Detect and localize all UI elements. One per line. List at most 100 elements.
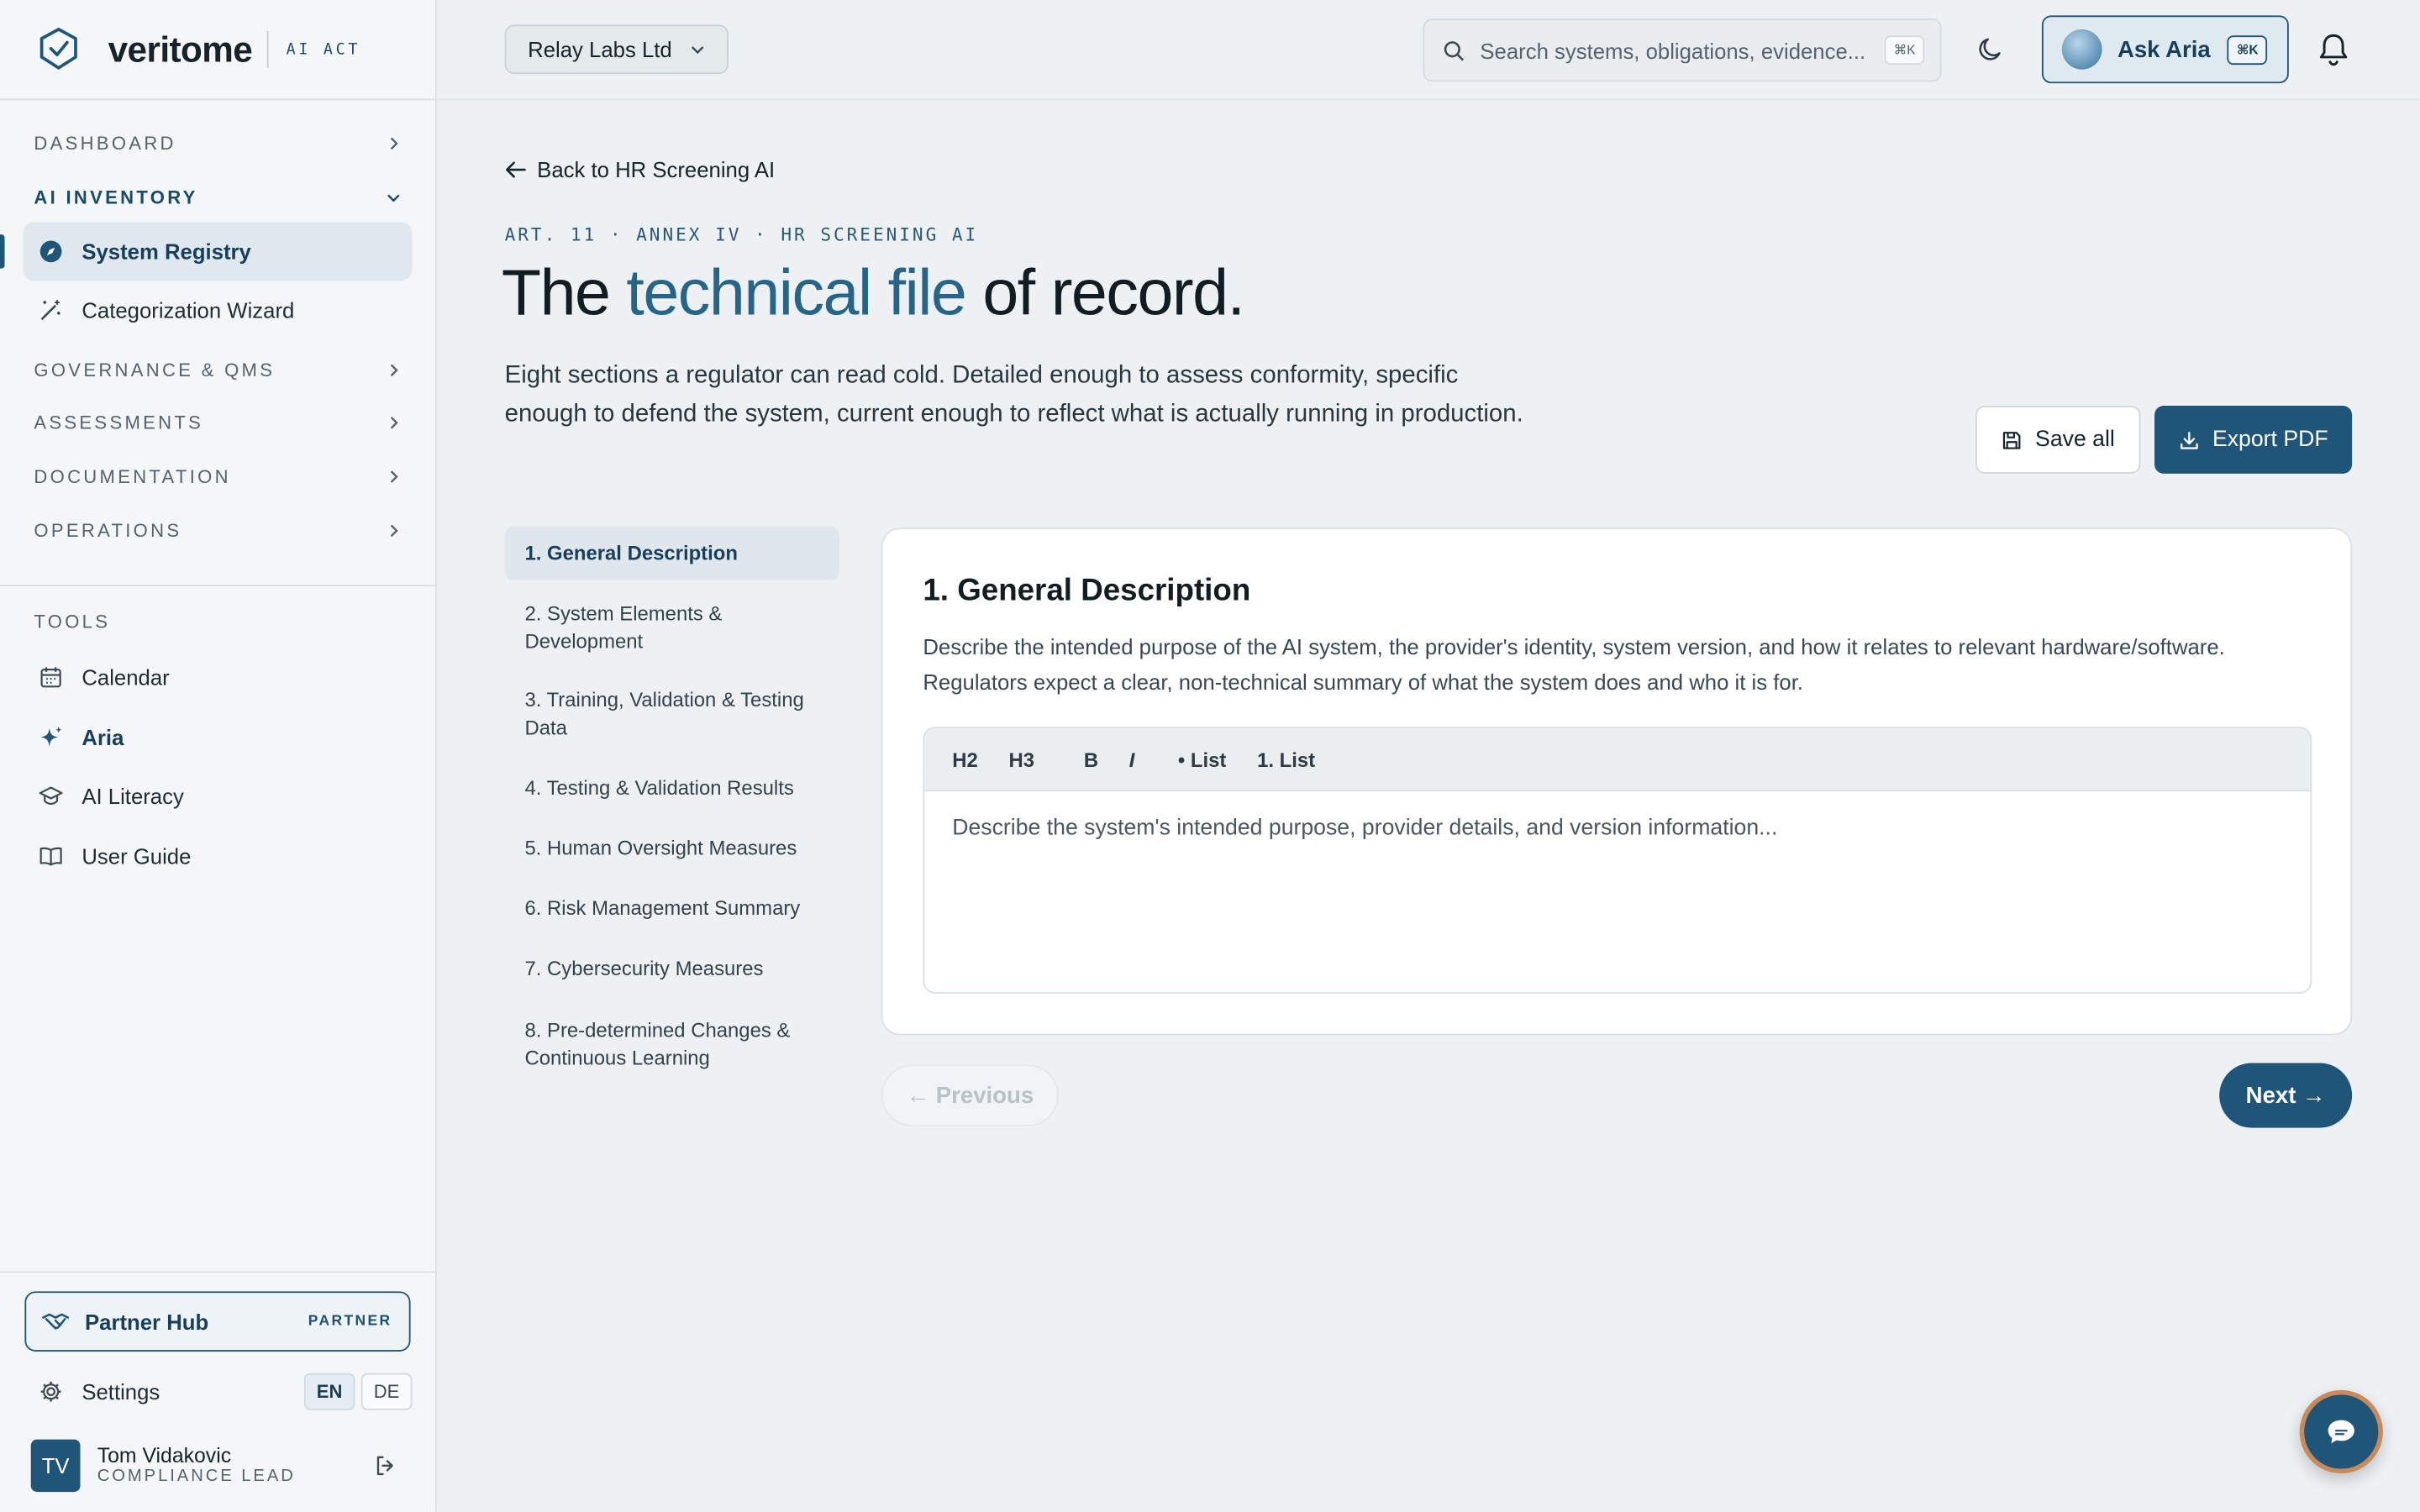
search-shortcut-badge: ⌘K xyxy=(1884,35,1925,66)
nav-section-label: DASHBOARD xyxy=(34,132,176,155)
toc-item[interactable]: 2. System Elements & Development xyxy=(505,600,840,654)
previous-button[interactable]: ← Previous xyxy=(881,1064,1059,1126)
search-icon xyxy=(1444,40,1465,60)
save-icon xyxy=(2002,431,2020,449)
nav-section-label: OPERATIONS xyxy=(34,519,182,542)
calendar-icon xyxy=(39,665,63,690)
export-pdf-button[interactable]: Export PDF xyxy=(2154,406,2353,474)
title-post: of record. xyxy=(965,255,1245,329)
sidebar-divider xyxy=(0,1271,437,1273)
sidebar-item-label: Categorization Wizard xyxy=(82,297,295,323)
brand-name: veritome xyxy=(108,28,253,69)
handshake-icon xyxy=(42,1312,70,1329)
bell-icon[interactable] xyxy=(2317,31,2350,68)
nav-section-governance[interactable]: GOVERNANCE & QMS xyxy=(34,354,401,386)
user-profile: TV Tom Vidakovic COMPLIANCE LEAD xyxy=(30,1438,414,1494)
moon-icon[interactable] xyxy=(1975,34,2007,65)
language-switcher: EN DE xyxy=(303,1373,413,1410)
section-title: 1. General Description xyxy=(923,574,1251,608)
chevron-right-icon xyxy=(390,470,398,483)
chevron-down-icon xyxy=(692,46,705,55)
rich-text-editor: H2 H3 B I • List 1. List xyxy=(923,727,2312,994)
bold-button[interactable]: B xyxy=(1084,748,1098,771)
lang-en-button[interactable]: EN xyxy=(303,1373,355,1410)
brand-divider xyxy=(267,30,270,68)
ask-aria-button[interactable]: Ask Aria ⌘K xyxy=(2041,15,2289,84)
logout-icon[interactable] xyxy=(373,1453,397,1478)
page-lead: Eight sections a regulator can read cold… xyxy=(504,362,1523,428)
editor-toolbar: H2 H3 B I • List 1. List xyxy=(924,727,2311,792)
toc-item[interactable]: 7. Cybersecurity Measures xyxy=(505,955,840,982)
editor-body xyxy=(924,791,2310,992)
toc-item[interactable]: 3. Training, Validation & Testing Data xyxy=(505,686,840,740)
toc-item[interactable]: 1. General Description xyxy=(504,526,840,580)
nav-section-documentation[interactable]: DOCUMENTATION xyxy=(34,461,401,492)
bullet-list-button[interactable]: • List xyxy=(1178,748,1226,771)
ask-aria-shortcut-badge: ⌘K xyxy=(2227,34,2268,65)
save-all-label: Save all xyxy=(2035,427,2115,453)
avatar[interactable]: TV xyxy=(30,1439,81,1493)
brand-tag: AI ACT xyxy=(286,40,361,58)
nav-section-label: AI INVENTORY xyxy=(34,186,198,208)
toc-item[interactable]: 8. Pre-determined Changes & Continuous L… xyxy=(505,1016,840,1070)
sidebar-item-label: User Guide xyxy=(82,843,192,869)
title-pre: The xyxy=(501,255,627,329)
search-box: ⌘K xyxy=(1423,18,1942,82)
save-all-button[interactable]: Save all xyxy=(1975,406,2141,474)
settings-row: Settings EN DE xyxy=(24,1370,413,1413)
lang-de-button[interactable]: DE xyxy=(360,1373,413,1410)
sidebar-divider xyxy=(0,585,437,586)
nav-section-label: GOVERNANCE & QMS xyxy=(34,359,276,381)
nav-section-operations[interactable]: OPERATIONS xyxy=(34,515,401,546)
back-link-label: Back to HR Screening AI xyxy=(537,157,776,182)
organization-selector[interactable]: Relay Labs Ltd xyxy=(504,24,729,75)
sidebar: veritome AI ACT DASHBOARD AI INVENTORY S… xyxy=(0,0,437,1512)
sidebar-item-label: System Registry xyxy=(82,239,251,265)
chevron-right-icon xyxy=(390,416,398,429)
download-icon xyxy=(2180,431,2197,449)
toc-item[interactable]: 6. Risk Management Summary xyxy=(505,895,840,921)
page-title: The technical file of record. xyxy=(501,255,1245,330)
brand: veritome AI ACT xyxy=(0,0,435,101)
partner-badge: PARTNER xyxy=(308,1313,392,1331)
chevron-right-icon xyxy=(390,524,398,538)
back-link[interactable]: Back to HR Screening AI xyxy=(505,157,776,182)
sidebar-item-calendar[interactable]: Calendar xyxy=(24,648,413,706)
chevron-right-icon xyxy=(390,364,398,377)
section-description: Describe the intended purpose of the AI … xyxy=(923,633,2225,695)
sidebar-item-ai-literacy[interactable]: AI Literacy xyxy=(24,767,413,826)
user-role: COMPLIANCE LEAD xyxy=(97,1467,296,1487)
shield-check-logo-icon xyxy=(39,28,77,70)
partner-hub-label: Partner Hub xyxy=(85,1309,209,1334)
sidebar-item-categorization-wizard[interactable]: Categorization Wizard xyxy=(24,281,413,339)
user-name: Tom Vidakovic xyxy=(97,1444,232,1467)
search-input[interactable] xyxy=(1480,37,1876,63)
nav-section-assessments[interactable]: ASSESSMENTS xyxy=(34,407,401,438)
heading-2-button[interactable]: H2 xyxy=(952,748,978,771)
arrow-left-icon xyxy=(506,161,526,178)
sidebar-item-system-registry[interactable]: System Registry xyxy=(23,222,413,281)
sidebar-item-user-guide[interactable]: User Guide xyxy=(24,827,413,885)
sparkle-icon xyxy=(39,725,63,749)
toc-item[interactable]: 4. Testing & Validation Results xyxy=(505,774,840,801)
numbered-list-button[interactable]: 1. List xyxy=(1257,748,1315,771)
nav-section-dashboard[interactable]: DASHBOARD xyxy=(34,128,401,159)
aria-orb-icon xyxy=(2061,29,2102,70)
partner-hub-button[interactable]: Partner Hub PARTNER xyxy=(24,1291,411,1352)
magic-wand-icon xyxy=(39,297,63,322)
export-pdf-label: Export PDF xyxy=(2212,427,2328,453)
next-button[interactable]: Next → xyxy=(2219,1063,2353,1128)
heading-3-button[interactable]: H3 xyxy=(1009,748,1035,771)
toc-item[interactable]: 5. Human Oversight Measures xyxy=(505,835,840,862)
sidebar-item-label: AI Literacy xyxy=(82,784,184,809)
settings-link[interactable]: Settings xyxy=(82,1379,160,1404)
sidebar-item-aria[interactable]: Aria xyxy=(24,708,413,767)
nav-section-label: ASSESSMENTS xyxy=(34,412,204,434)
chevron-right-icon xyxy=(390,137,398,150)
editor-textarea[interactable] xyxy=(952,816,2283,971)
chat-button[interactable] xyxy=(2299,1389,2383,1474)
nav-section-ai-inventory[interactable]: AI INVENTORY xyxy=(34,182,401,213)
italic-button[interactable]: I xyxy=(1129,748,1135,771)
graduation-cap-icon xyxy=(39,784,63,808)
sidebar-item-label: Aria xyxy=(82,725,124,750)
